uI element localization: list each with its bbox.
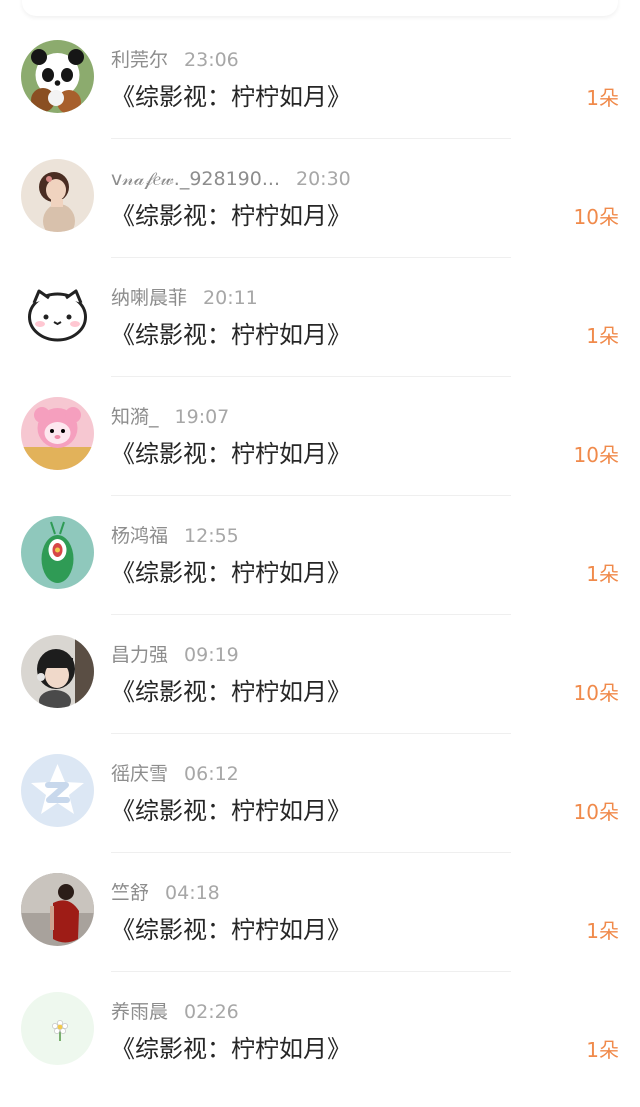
- entry-meta: v𝓃𝒶𝒻𝑒𝓌._928190... 20:30: [111, 166, 351, 192]
- gift-record-list: 利莞尔 23:06 《综影视：柠柠如月》 1朵 v𝓃𝒶𝒻𝑒𝓌._928190...…: [0, 20, 640, 1091]
- flower-count: 1朵: [586, 324, 619, 348]
- user-name[interactable]: 杨鸿福: [111, 523, 168, 549]
- book-title: 《综影视：柠柠如月》: [111, 440, 351, 468]
- flower-avatar-icon[interactable]: [21, 992, 94, 1065]
- entry-time: 20:30: [295, 168, 351, 190]
- user-name[interactable]: 知漪_: [111, 404, 159, 430]
- entry-meta: 竺舒 04:18: [111, 880, 220, 906]
- flower-count: 1朵: [586, 86, 619, 110]
- entry-meta: 利莞尔 23:06: [111, 47, 239, 73]
- book-title: 《综影视：柠柠如月》: [111, 1035, 351, 1063]
- list-item[interactable]: 杨鸿福 12:55 《综影视：柠柠如月》 1朵: [0, 496, 640, 615]
- user-name[interactable]: 利莞尔: [111, 47, 168, 73]
- book-title: 《综影视：柠柠如月》: [111, 559, 351, 587]
- list-item[interactable]: 竺舒 04:18 《综影视：柠柠如月》 1朵: [0, 853, 640, 972]
- flower-count: 10朵: [573, 443, 619, 467]
- book-title: 《综影视：柠柠如月》: [111, 202, 351, 230]
- book-title: 《综影视：柠柠如月》: [111, 797, 351, 825]
- top-card-edge: [22, 0, 618, 16]
- flower-count: 1朵: [586, 562, 619, 586]
- entry-meta: 养雨晨 02:26: [111, 999, 239, 1025]
- entry-time: 04:18: [165, 882, 220, 904]
- book-title: 《综影视：柠柠如月》: [111, 916, 351, 944]
- list-item[interactable]: 纳喇晨菲 20:11 《综影视：柠柠如月》 1朵: [0, 258, 640, 377]
- default-star-avatar-icon[interactable]: [21, 754, 94, 827]
- entry-time: 19:07: [174, 406, 230, 428]
- book-title: 《综影视：柠柠如月》: [111, 678, 351, 706]
- entry-time: 20:11: [203, 287, 258, 309]
- list-item[interactable]: 养雨晨 02:26 《综影视：柠柠如月》 1朵: [0, 972, 640, 1091]
- list-item[interactable]: 知漪_ 19:07 《综影视：柠柠如月》 10朵: [0, 377, 640, 496]
- pink-sheep-avatar-icon[interactable]: [21, 397, 94, 470]
- user-name[interactable]: v𝓃𝒶𝒻𝑒𝓌._928190...: [111, 166, 280, 192]
- entry-time: 12:55: [184, 525, 239, 547]
- list-item[interactable]: v𝓃𝒶𝒻𝑒𝓌._928190... 20:30 《综影视：柠柠如月》 10朵: [0, 139, 640, 258]
- entry-time: 23:06: [184, 49, 239, 71]
- book-title: 《综影视：柠柠如月》: [111, 321, 351, 349]
- child-photo-avatar-icon[interactable]: [21, 635, 94, 708]
- user-name[interactable]: 竺舒: [111, 880, 149, 906]
- entry-time: 02:26: [184, 1001, 239, 1023]
- plankton-avatar-icon[interactable]: [21, 516, 94, 589]
- flower-count: 10朵: [573, 681, 619, 705]
- entry-meta: 纳喇晨菲 20:11: [111, 285, 258, 311]
- entry-meta: 昌力强 09:19: [111, 642, 239, 668]
- list-item[interactable]: 昌力强 09:19 《综影视：柠柠如月》 10朵: [0, 615, 640, 734]
- user-name[interactable]: 纳喇晨菲: [111, 285, 187, 311]
- flower-count: 10朵: [573, 800, 619, 824]
- entry-time: 09:19: [184, 644, 239, 666]
- panda-cartoon-avatar-icon[interactable]: [21, 40, 94, 113]
- list-item[interactable]: 利莞尔 23:06 《综影视：柠柠如月》 1朵: [0, 20, 640, 139]
- entry-meta: 知漪_ 19:07: [111, 404, 229, 430]
- flower-count: 1朵: [586, 919, 619, 943]
- list-item[interactable]: 徭庆雪 06:12 《综影视：柠柠如月》 10朵: [0, 734, 640, 853]
- entry-meta: 徭庆雪 06:12: [111, 761, 239, 787]
- flower-count: 1朵: [586, 1038, 619, 1062]
- entry-time: 06:12: [184, 763, 239, 785]
- red-dress-photo-avatar-icon[interactable]: [21, 873, 94, 946]
- flower-count: 10朵: [573, 205, 619, 229]
- user-name[interactable]: 养雨晨: [111, 999, 168, 1025]
- user-name[interactable]: 昌力强: [111, 642, 168, 668]
- cute-face-avatar-icon[interactable]: [21, 278, 94, 351]
- book-title: 《综影视：柠柠如月》: [111, 83, 351, 111]
- girl-photo-avatar-icon[interactable]: [21, 159, 94, 232]
- user-name[interactable]: 徭庆雪: [111, 761, 168, 787]
- entry-meta: 杨鸿福 12:55: [111, 523, 239, 549]
